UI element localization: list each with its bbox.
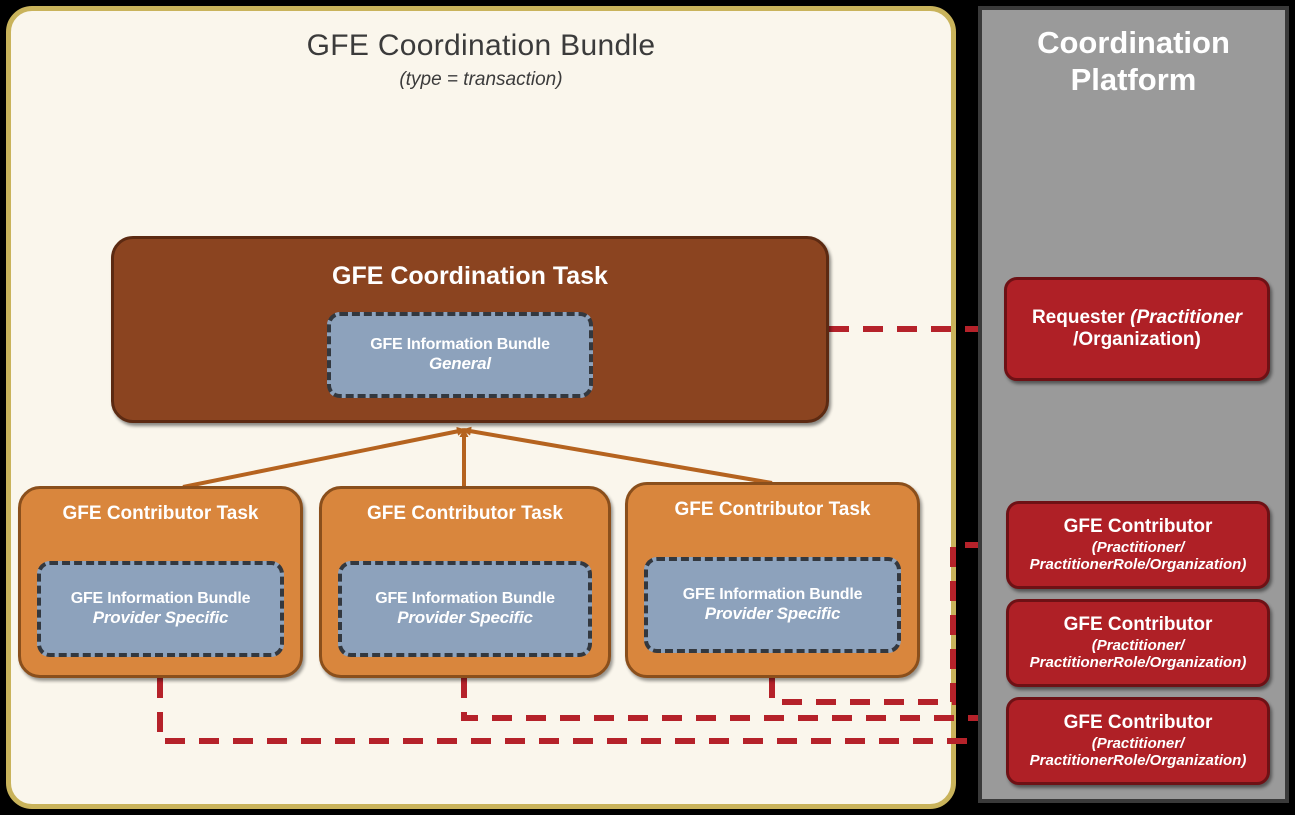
- gfe-information-bundle-provider-specific-2[interactable]: GFE Information Bundle Provider Specific: [644, 557, 901, 653]
- actor-gfe-contributor-qualifier-line1: (Practitioner/: [1091, 636, 1185, 654]
- gfe-contributor-task-1[interactable]: GFE Contributor Task GFE Information Bun…: [319, 486, 611, 678]
- information-bundle-label: GFE Information Bundle: [370, 336, 550, 354]
- gfe-contributor-task-0[interactable]: GFE Contributor Task GFE Information Bun…: [18, 486, 303, 678]
- gfe-contributor-task-title: GFE Contributor Task: [674, 499, 871, 520]
- actor-requester-qualifier-line1: (Practitioner: [1130, 306, 1243, 328]
- gfe-contributor-task-title: GFE Contributor Task: [62, 503, 259, 524]
- gfe-information-bundle-provider-specific-1[interactable]: GFE Information Bundle Provider Specific: [338, 561, 592, 657]
- actor-gfe-contributor-qualifier-line1: (Practitioner/: [1091, 734, 1185, 752]
- actor-gfe-contributor-name: GFE Contributor: [1063, 516, 1213, 538]
- gfe-contributor-task-2[interactable]: GFE Contributor Task GFE Information Bun…: [625, 482, 920, 678]
- bundle-subtitle: (type = transaction): [399, 69, 563, 90]
- actor-gfe-contributor-qualifier-line2: PractitionerRole/Organization): [1029, 752, 1247, 770]
- gfe-contributor-task-title: GFE Contributor Task: [367, 503, 563, 524]
- information-bundle-label: GFE Information Bundle: [70, 590, 251, 608]
- actor-requester-name: Requester: [1031, 306, 1125, 328]
- actor-gfe-contributor-qualifier-line2: PractitionerRole/Organization): [1029, 556, 1247, 574]
- information-bundle-label: GFE Information Bundle: [375, 590, 555, 608]
- actor-gfe-contributor-name: GFE Contributor: [1063, 712, 1213, 734]
- actor-gfe-contributor-qualifier-line1: (Practitioner/: [1091, 538, 1185, 556]
- actor-gfe-contributor-1[interactable]: GFE Contributor (Practitioner/ Practitio…: [1006, 599, 1270, 687]
- actor-requester-qualifier-line2: /Organization): [1073, 329, 1201, 350]
- coordination-platform-title: Coordination Platform: [1037, 25, 1230, 98]
- gfe-information-bundle-provider-specific-0[interactable]: GFE Information Bundle Provider Specific: [37, 561, 284, 657]
- bundle-title: GFE Coordination Bundle: [306, 29, 656, 62]
- actor-gfe-contributor-qualifier-line2: PractitionerRole/Organization): [1029, 654, 1247, 672]
- information-bundle-type: Provider Specific: [92, 608, 229, 628]
- actor-requester-label: Requester (Practitioner: [1032, 307, 1242, 329]
- actor-gfe-contributor-2[interactable]: GFE Contributor (Practitioner/ Practitio…: [1006, 697, 1270, 785]
- information-bundle-type: Provider Specific: [704, 604, 841, 624]
- diagram-canvas: GFE Coordination Bundle (type = transact…: [0, 0, 1295, 815]
- information-bundle-type: Provider Specific: [397, 608, 533, 628]
- gfe-information-bundle-general[interactable]: GFE Information Bundle General: [327, 312, 593, 398]
- actor-gfe-contributor-0[interactable]: GFE Contributor (Practitioner/ Practitio…: [1006, 501, 1270, 589]
- actor-gfe-contributor-name: GFE Contributor: [1063, 614, 1213, 636]
- information-bundle-label: GFE Information Bundle: [682, 586, 863, 604]
- gfe-coordination-task-title: GFE Coordination Task: [332, 262, 608, 290]
- information-bundle-type: General: [429, 354, 491, 374]
- actor-requester[interactable]: Requester (Practitioner /Organization): [1004, 277, 1270, 381]
